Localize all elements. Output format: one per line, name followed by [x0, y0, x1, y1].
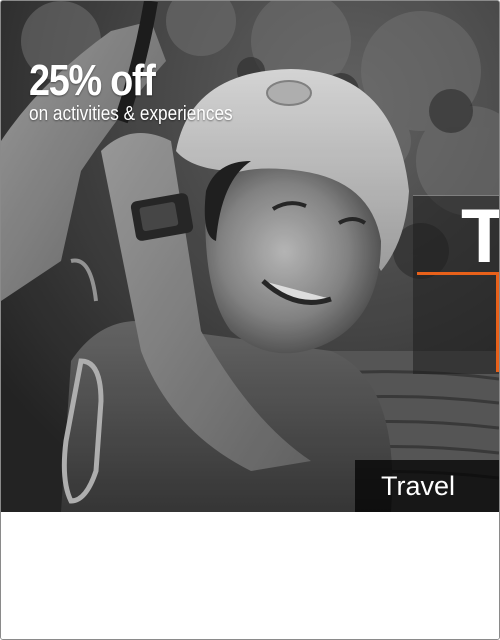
side-banner-letter: T	[461, 197, 499, 277]
category-tag[interactable]: Travel	[355, 460, 499, 512]
accent-line	[417, 272, 499, 275]
hero-image[interactable]: 25% off on activities & experiences T Tr…	[1, 1, 499, 512]
accent-line-vertical	[496, 272, 499, 372]
activity-card[interactable]: 25% off on activities & experiences T Tr…	[0, 0, 500, 640]
promo-overlay: 25% off on activities & experiences	[29, 56, 266, 126]
card-body	[1, 512, 499, 639]
promo-subline: on activities & experiences	[29, 103, 233, 125]
promo-headline: 25% off	[29, 56, 156, 105]
